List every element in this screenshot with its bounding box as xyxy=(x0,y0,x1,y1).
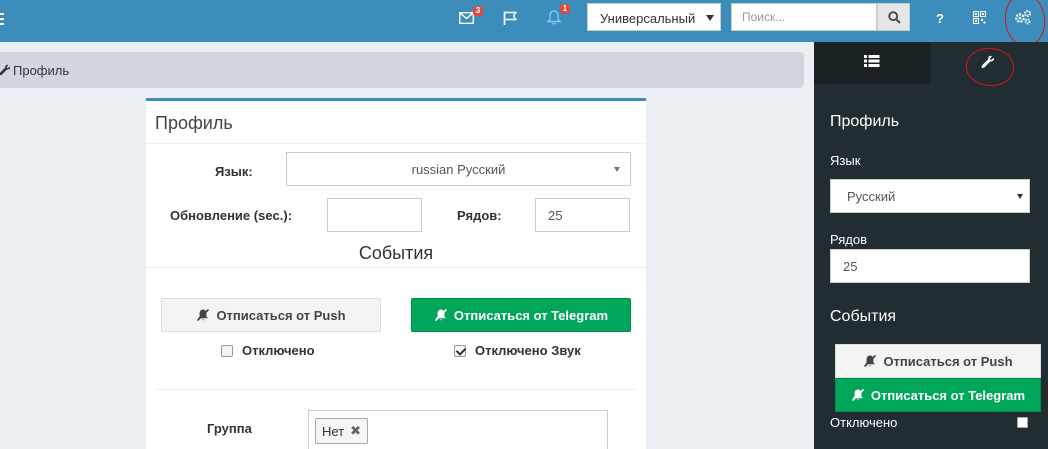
unsubscribe-push-button[interactable]: Отписаться от Push xyxy=(161,298,381,332)
list-icon xyxy=(864,55,880,67)
group-select[interactable]: Нет ✖ xyxy=(308,410,608,449)
bell-slash-icon xyxy=(864,354,877,368)
messages-badge: 3 xyxy=(473,6,483,16)
divider xyxy=(156,389,636,390)
sidebar-unsubscribe-push-label: Отписаться от Push xyxy=(883,353,1013,369)
theme-select-value: Универсальный xyxy=(600,11,696,26)
group-label: Группа xyxy=(207,421,252,436)
sidebar-unsubscribe-telegram-button[interactable]: Отписаться от Telegram xyxy=(835,378,1041,412)
control-sidebar: Профиль Язык Русский Рядов События Отпис… xyxy=(814,42,1048,449)
notifications-button[interactable]: 1 xyxy=(546,4,570,28)
sidebar-events-title: События xyxy=(830,308,897,325)
annotation-circle xyxy=(1002,0,1048,48)
sidebar-rows-label: Рядов xyxy=(830,232,868,247)
divider xyxy=(146,267,646,268)
sidebar-unsubscribe-telegram-label: Отписаться от Telegram xyxy=(870,387,1026,403)
sidebar-language-select[interactable]: Русский xyxy=(830,179,1030,213)
language-label: Язык: xyxy=(215,164,253,179)
divider xyxy=(146,143,646,144)
sidebar-unsubscribe-push-button[interactable]: Отписаться от Push xyxy=(835,344,1041,378)
flag-icon xyxy=(503,11,518,25)
theme-select[interactable]: Универсальный xyxy=(587,3,721,31)
flags-button[interactable] xyxy=(503,11,518,28)
search-icon xyxy=(888,11,901,24)
language-select-value: russian Русский xyxy=(411,162,506,177)
checkbox[interactable] xyxy=(454,344,466,357)
rows-label: Рядов: xyxy=(457,208,502,223)
unsubscribe-telegram-label: Отписаться от Telegram xyxy=(453,307,609,323)
profile-card: Профиль Язык: russian Русский Обновление… xyxy=(146,98,646,449)
disabled-sound-label: Отключено Звук xyxy=(475,343,581,358)
help-button[interactable]: ? xyxy=(936,11,944,26)
top-navbar: 3 1 Универсальный ? xyxy=(0,0,1048,48)
messages-button[interactable]: 3 xyxy=(458,6,483,27)
sidebar-disabled-label: Отключено xyxy=(830,415,898,430)
caret-down-icon xyxy=(706,15,714,21)
bell-slash-icon xyxy=(434,308,447,322)
disabled-sound-checkbox[interactable]: Отключено Звук xyxy=(454,343,581,358)
search-box xyxy=(731,3,877,31)
breadcrumb: Профиль xyxy=(0,52,804,88)
qrcode-button[interactable] xyxy=(973,11,986,27)
search-input[interactable] xyxy=(732,4,872,30)
sidebar-title: Профиль xyxy=(830,113,900,130)
sidebar-rows-input[interactable] xyxy=(830,249,1030,283)
disabled-label: Отключено xyxy=(242,343,315,358)
remove-tag-icon[interactable]: ✖ xyxy=(350,423,361,439)
qrcode-icon xyxy=(973,11,986,24)
rows-input[interactable] xyxy=(535,198,630,232)
group-tag-label: Нет xyxy=(322,423,345,439)
search-button[interactable] xyxy=(877,3,910,31)
menu-icon[interactable] xyxy=(0,13,6,27)
refresh-label: Обновление (sec.): xyxy=(170,208,293,223)
unsubscribe-telegram-button[interactable]: Отписаться от Telegram xyxy=(411,298,631,332)
breadcrumb-label: Профиль xyxy=(13,63,70,78)
tab-list[interactable] xyxy=(814,42,931,84)
envelope-icon xyxy=(458,11,475,25)
bell-icon xyxy=(546,10,562,25)
notifications-badge: 1 xyxy=(560,4,570,14)
sidebar-language-value: Русский xyxy=(847,189,896,204)
bell-slash-icon xyxy=(197,308,210,322)
wrench-icon xyxy=(0,64,11,76)
caret-down-icon xyxy=(1017,194,1023,199)
events-title: События xyxy=(358,243,434,263)
sidebar-language-label: Язык xyxy=(830,153,861,168)
refresh-input[interactable] xyxy=(327,198,422,232)
card-title: Профиль xyxy=(155,113,233,133)
checkbox[interactable] xyxy=(221,344,233,357)
unsubscribe-push-label: Отписаться от Push xyxy=(216,307,346,323)
sidebar-disabled-checkbox[interactable] xyxy=(1017,417,1028,428)
language-select[interactable]: russian Русский xyxy=(286,152,631,186)
group-tag: Нет ✖ xyxy=(315,418,369,444)
bell-slash-icon xyxy=(851,388,864,402)
caret-down-icon xyxy=(614,167,620,172)
disabled-checkbox[interactable]: Отключено xyxy=(221,343,315,358)
